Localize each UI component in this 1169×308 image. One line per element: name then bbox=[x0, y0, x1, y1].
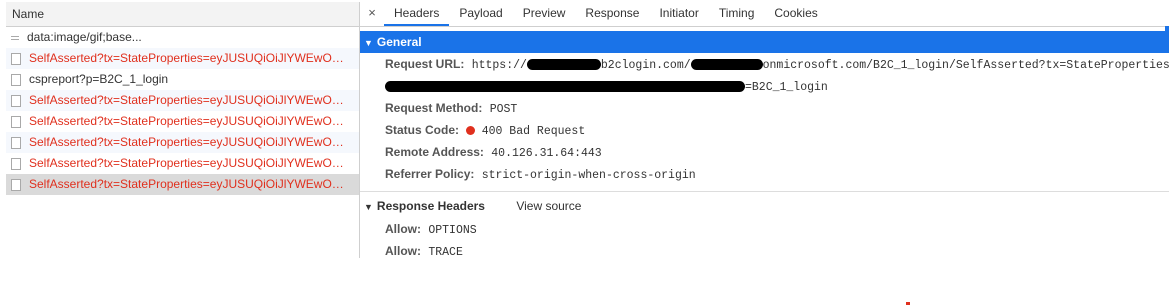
status-code-label: Status Code: bbox=[385, 123, 460, 137]
triangle-down-icon: ▼ bbox=[364, 202, 373, 212]
status-code-value: 400 Bad Request bbox=[481, 125, 586, 138]
request-row[interactable]: SelfAsserted?tx=StateProperties=eyJUSUQi… bbox=[6, 132, 359, 153]
request-row[interactable]: data:image/gif;base... bbox=[6, 27, 359, 48]
request-row-selected[interactable]: SelfAsserted?tx=StateProperties=eyJUSUQi… bbox=[6, 174, 359, 195]
response-header-row: Allow: TRACE bbox=[360, 240, 1169, 262]
tab-timing[interactable]: Timing bbox=[709, 2, 765, 26]
view-source-link[interactable]: View source bbox=[516, 199, 581, 213]
redacted-block bbox=[385, 81, 745, 93]
document-icon bbox=[11, 136, 21, 149]
request-list-panel: Name data:image/gif;base... SelfAsserted… bbox=[6, 2, 360, 258]
document-icon bbox=[11, 157, 21, 170]
document-icon bbox=[11, 178, 21, 191]
request-name: SelfAsserted?tx=StateProperties=eyJUSUQi… bbox=[29, 93, 347, 107]
image-file-icon bbox=[11, 35, 19, 40]
redacted-block bbox=[526, 59, 601, 71]
scroll-indicator bbox=[1165, 26, 1169, 46]
request-name: SelfAsserted?tx=StateProperties=eyJUSUQi… bbox=[29, 156, 347, 170]
cursor-mark bbox=[906, 302, 910, 305]
request-row[interactable]: SelfAsserted?tx=StateProperties=eyJUSUQi… bbox=[6, 90, 359, 111]
response-header-row: Allow: OPTIONS bbox=[360, 218, 1169, 240]
tab-headers[interactable]: Headers bbox=[384, 2, 450, 26]
request-name: data:image/gif;base... bbox=[27, 30, 142, 44]
document-icon bbox=[11, 94, 21, 107]
tab-response[interactable]: Response bbox=[575, 2, 649, 26]
request-url-value[interactable]: https://b2clogin.com/onmicrosoft.com/B2C… bbox=[472, 59, 1169, 72]
response-headers-section-header[interactable]: ▼ Response Headers View source bbox=[360, 194, 1169, 218]
request-name: SelfAsserted?tx=StateProperties=eyJUSUQi… bbox=[29, 177, 347, 191]
tab-cookies[interactable]: Cookies bbox=[764, 2, 827, 26]
remote-address-label: Remote Address: bbox=[385, 145, 484, 159]
remote-address-row: Remote Address: 40.126.31.64:443 bbox=[360, 141, 1169, 163]
details-tab-bar: × Headers Payload Preview Response Initi… bbox=[360, 2, 1169, 27]
tab-payload[interactable]: Payload bbox=[449, 2, 512, 26]
document-icon bbox=[11, 115, 21, 128]
request-url-continuation: =B2C_1_login bbox=[360, 75, 1169, 97]
request-method-label: Request Method: bbox=[385, 101, 483, 115]
header-key: Allow: bbox=[385, 244, 421, 258]
request-name: SelfAsserted?tx=StateProperties=eyJUSUQi… bbox=[29, 135, 347, 149]
request-name: cspreport?p=B2C_1_login bbox=[29, 72, 169, 86]
redacted-block bbox=[690, 59, 763, 71]
request-method-value: POST bbox=[489, 103, 518, 116]
request-row[interactable]: cspreport?p=B2C_1_login bbox=[6, 69, 359, 90]
header-key: Allow: bbox=[385, 222, 421, 236]
request-url-label: Request URL: bbox=[385, 57, 465, 71]
referrer-policy-value: strict-origin-when-cross-origin bbox=[481, 169, 696, 182]
remote-address-value: 40.126.31.64:443 bbox=[491, 147, 602, 160]
general-title: General bbox=[376, 35, 422, 49]
request-row[interactable]: SelfAsserted?tx=StateProperties=eyJUSUQi… bbox=[6, 111, 359, 132]
referrer-policy-row: Referrer Policy: strict-origin-when-cros… bbox=[360, 163, 1169, 185]
close-icon[interactable]: × bbox=[360, 2, 384, 26]
request-name: SelfAsserted?tx=StateProperties=eyJUSUQi… bbox=[29, 114, 347, 128]
response-headers-title: Response Headers bbox=[376, 199, 485, 213]
tab-initiator[interactable]: Initiator bbox=[649, 2, 708, 26]
request-row[interactable]: SelfAsserted?tx=StateProperties=eyJUSUQi… bbox=[6, 153, 359, 174]
tab-preview[interactable]: Preview bbox=[513, 2, 576, 26]
name-column-header[interactable]: Name bbox=[6, 2, 359, 27]
request-name: SelfAsserted?tx=StateProperties=eyJUSUQi… bbox=[29, 51, 347, 65]
triangle-down-icon: ▼ bbox=[364, 38, 373, 48]
header-value: OPTIONS bbox=[428, 224, 477, 237]
status-code-row: Status Code: 400 Bad Request bbox=[360, 119, 1169, 141]
request-details-panel: × Headers Payload Preview Response Initi… bbox=[360, 2, 1169, 259]
general-section-header[interactable]: ▼ General bbox=[360, 31, 1169, 53]
request-row[interactable]: SelfAsserted?tx=StateProperties=eyJUSUQi… bbox=[6, 48, 359, 69]
error-status-icon bbox=[466, 126, 476, 136]
document-icon bbox=[11, 52, 21, 65]
request-url-row: Request URL: https://b2clogin.com/onmicr… bbox=[360, 53, 1169, 75]
document-icon bbox=[11, 73, 21, 86]
header-value: TRACE bbox=[428, 246, 463, 259]
request-method-row: Request Method: POST bbox=[360, 97, 1169, 119]
divider bbox=[360, 191, 1169, 192]
referrer-policy-label: Referrer Policy: bbox=[385, 167, 475, 181]
